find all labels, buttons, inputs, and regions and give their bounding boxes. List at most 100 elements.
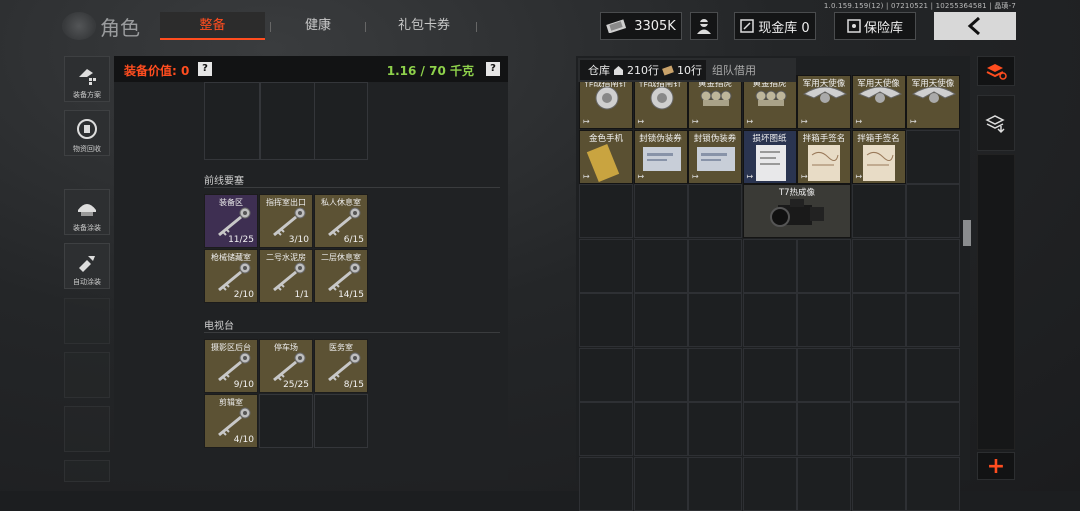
warehouse-slot[interactable]	[579, 238, 633, 293]
agent-button[interactable]	[690, 12, 718, 40]
warehouse-slot[interactable]	[906, 456, 960, 511]
warehouse-slot[interactable]	[633, 238, 688, 293]
currency-value: 3305K	[634, 18, 676, 34]
warehouse-item[interactable]: 军用天使像 ↦	[797, 75, 851, 129]
warehouse-slot[interactable]	[906, 347, 960, 402]
warehouse-item[interactable]: 黄金指虎 ↦	[688, 75, 742, 129]
tab-gift-coupon[interactable]: 礼包卡券	[382, 12, 466, 40]
warehouse-slot[interactable]	[797, 456, 851, 511]
key-item[interactable]: 指挥室出口 3/10	[259, 194, 313, 248]
tab-health[interactable]: 健康	[286, 12, 350, 40]
stack-button[interactable]	[977, 95, 1015, 151]
vault-edit-icon	[740, 19, 755, 33]
empty-slot[interactable]	[314, 82, 368, 160]
weight-display: 1.16 / 70 千克	[386, 64, 474, 78]
weight-help-button[interactable]: ?	[486, 62, 500, 76]
warehouse-slot[interactable]	[633, 347, 688, 402]
warehouse-slot[interactable]	[906, 293, 960, 347]
tab-team-borrow[interactable]: 组队借用	[712, 62, 756, 78]
warehouse-slot[interactable]	[906, 129, 960, 184]
sidebar-item-recycle[interactable]: 物资回收	[64, 110, 110, 156]
warehouse-item[interactable]: 作战指南针 ↦	[579, 75, 633, 129]
key-item[interactable]: 二层休息室 14/15	[314, 249, 368, 303]
warehouse-item[interactable]: 金色手机 ↦	[579, 129, 633, 184]
sidebar-item-auto-paint[interactable]: 自动涂装	[64, 243, 110, 289]
warehouse-slot[interactable]	[906, 402, 960, 456]
sidebar-item-helmet-paint[interactable]: 装备涂装	[64, 189, 110, 235]
tab-warehouse[interactable]: 仓库 210行 10行	[580, 60, 706, 80]
key-icon	[218, 407, 251, 437]
warehouse-item-thermal[interactable]: T7热成像	[743, 184, 851, 238]
warehouse-slot[interactable]	[688, 402, 742, 456]
cash-vault-label: 现金库 0	[758, 20, 810, 36]
warehouse-slot[interactable]	[742, 347, 797, 402]
key-item[interactable]: 私人休息室 6/15	[314, 194, 368, 248]
warehouse-item[interactable]: 拌箱手签名 ↦	[797, 129, 851, 184]
empty-slot[interactable]	[314, 394, 368, 448]
warehouse-slot[interactable]	[579, 402, 633, 456]
key-icon	[328, 207, 361, 237]
sidebar-item-armor-plan[interactable]: 装备方案	[64, 56, 110, 102]
warehouse-slot[interactable]	[633, 184, 688, 238]
warehouse-slot[interactable]	[633, 293, 688, 347]
warehouse-item[interactable]: 损坏图纸 ↦	[742, 129, 797, 184]
warehouse-item[interactable]: 封锁伪装券 ↦	[688, 129, 742, 184]
key-item[interactable]: 装备区 11/25	[204, 194, 258, 248]
warehouse-item[interactable]: 拌箱手签名 ↦	[851, 129, 906, 184]
key-item[interactable]: 剪辑室 4/10	[204, 394, 258, 448]
transfer-icon: ↦	[746, 117, 754, 126]
warehouse-slot[interactable]	[579, 184, 633, 238]
warehouse-item[interactable]: 军用天使像 ↦	[851, 75, 906, 129]
warehouse-scrollbar[interactable]	[963, 220, 971, 246]
warehouse-slot[interactable]	[688, 184, 742, 238]
warehouse-slot[interactable]	[906, 184, 960, 238]
warehouse-slot[interactable]	[688, 293, 742, 347]
warehouse-slot[interactable]	[797, 238, 851, 293]
back-button[interactable]	[934, 12, 1016, 40]
warehouse-slot[interactable]	[742, 402, 797, 456]
value-help-button[interactable]: ?	[198, 62, 212, 76]
warehouse-slot[interactable]	[797, 293, 851, 347]
key-count: 3/10	[288, 235, 309, 245]
warehouse-slot[interactable]	[851, 402, 906, 456]
warehouse-slot[interactable]	[688, 456, 742, 511]
empty-slot[interactable]	[204, 82, 260, 160]
warehouse-slot[interactable]	[797, 347, 851, 402]
warehouse-slot[interactable]	[742, 456, 797, 511]
warehouse-slot[interactable]	[797, 402, 851, 456]
add-button[interactable]: +	[977, 452, 1015, 480]
warehouse-item[interactable]: 封锁伪装券 ↦	[633, 129, 688, 184]
warehouse-slot[interactable]	[688, 347, 742, 402]
warehouse-slot[interactable]	[851, 456, 906, 511]
key-item[interactable]: 摄影区后台 9/10	[204, 339, 258, 393]
tab-equip[interactable]: 整备	[160, 12, 265, 40]
warehouse-slot[interactable]	[851, 184, 906, 238]
warehouse-slot[interactable]	[906, 238, 960, 293]
warehouse-slot[interactable]	[742, 238, 797, 293]
warehouse-item[interactable]: 黄金指虎 ↦	[742, 75, 797, 129]
currency-display[interactable]: 3305K	[600, 12, 682, 40]
warehouse-slot[interactable]	[633, 456, 688, 511]
key-item[interactable]: 停车场 25/25	[259, 339, 313, 393]
warehouse-slot[interactable]	[851, 293, 906, 347]
key-item[interactable]: 枪械储藏室 2/10	[204, 249, 258, 303]
warehouse-item[interactable]: 作战指南针 ↦	[633, 75, 688, 129]
warehouse-slot[interactable]	[579, 347, 633, 402]
key-item[interactable]: 医务室 8/15	[314, 339, 368, 393]
cash-vault-button[interactable]: 现金库 0	[734, 12, 816, 40]
empty-slot[interactable]	[259, 394, 313, 448]
version-text: 1.0.159.159(12) | 07210521 | 10255364581…	[823, 2, 1016, 10]
warehouse-item[interactable]: 军用天使像 ↦	[906, 75, 960, 129]
warehouse-slot[interactable]	[579, 293, 633, 347]
warehouse-slot[interactable]	[851, 238, 906, 293]
warehouse-slot[interactable]	[851, 347, 906, 402]
safe-box-button[interactable]: 保险库	[834, 12, 916, 40]
sort-button[interactable]	[977, 56, 1015, 86]
empty-slot[interactable]	[260, 82, 316, 160]
agent-icon	[697, 19, 711, 34]
warehouse-slot[interactable]	[633, 402, 688, 456]
key-item[interactable]: 二号水泥房 1/1	[259, 249, 313, 303]
warehouse-slot[interactable]	[742, 293, 797, 347]
warehouse-slot[interactable]	[579, 456, 633, 511]
warehouse-slot[interactable]	[688, 238, 742, 293]
